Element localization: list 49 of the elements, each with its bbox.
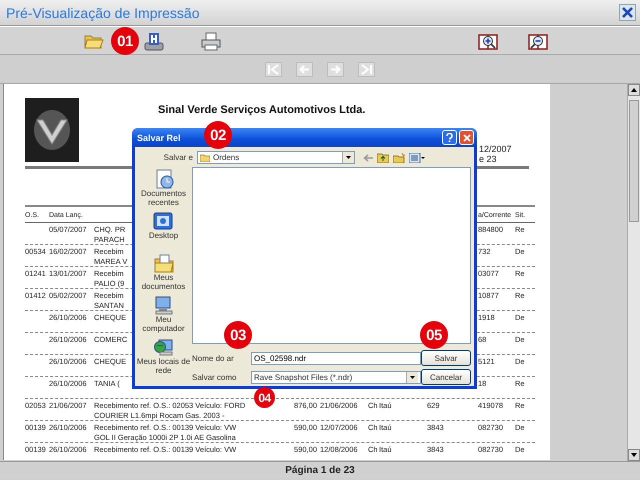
- file-list[interactable]: [192, 167, 471, 344]
- down-arrow-icon: [631, 453, 637, 457]
- computer-icon: [154, 295, 174, 315]
- places-item[interactable]: Meu computador: [135, 295, 192, 335]
- previous-icon: [298, 62, 311, 76]
- header-text: e 23: [479, 154, 498, 164]
- close-button[interactable]: [619, 4, 636, 21]
- places-item[interactable]: Documentos recentes: [135, 169, 192, 209]
- help-button[interactable]: [442, 130, 457, 145]
- view-menu-icon[interactable]: [409, 152, 425, 162]
- company-name: Sinal Verde Serviços Automotivos Ltda.: [158, 104, 366, 116]
- field-label: Nome do ar: [192, 354, 235, 362]
- header-text: 12/2007: [479, 144, 513, 154]
- print-button[interactable]: [199, 30, 223, 52]
- window-title: Pré-Visualização de Impressão: [6, 4, 200, 20]
- dropdown-arrow-icon: [410, 376, 415, 378]
- scroll-down-button[interactable]: [628, 449, 640, 461]
- close-icon: [622, 7, 633, 18]
- up-folder-icon[interactable]: [377, 152, 389, 162]
- printer-icon: [200, 30, 222, 50]
- scroll-bar[interactable]: [627, 84, 640, 461]
- cancel-button[interactable]: Cancelar: [421, 369, 471, 385]
- file-type-dropdown[interactable]: Rave Snapshot Files (*.ndr): [251, 370, 421, 384]
- recent-documents-icon: [154, 169, 174, 189]
- field-label: Salvar como: [192, 372, 238, 382]
- new-folder-icon[interactable]: [393, 152, 405, 162]
- network-globe-icon: [154, 337, 174, 357]
- scroll-up-button[interactable]: [628, 84, 640, 96]
- places-item[interactable]: Meus locais de rede: [135, 337, 192, 377]
- field-label: Salvar e: [162, 153, 194, 162]
- filename-field[interactable]: OS_02598.ndr: [251, 352, 421, 364]
- next-icon: [329, 62, 342, 76]
- dropdown-arrow-icon: [346, 156, 351, 159]
- company-logo: [25, 98, 79, 162]
- dialog-title: Salvar Rel: [137, 132, 181, 142]
- desktop-icon: [153, 211, 174, 231]
- scroll-thumb[interactable]: [629, 100, 639, 222]
- close-icon: [462, 134, 470, 142]
- help-icon: [446, 133, 453, 142]
- places-item[interactable]: Meus documentos: [135, 253, 192, 293]
- last-page-icon: [360, 62, 373, 76]
- first-page-icon: [267, 62, 280, 76]
- places-item[interactable]: Desktop: [148, 211, 178, 251]
- up-arrow-icon: [631, 88, 637, 92]
- save-button[interactable]: Salvar: [421, 350, 471, 366]
- folder-dropdown[interactable]: Ordens: [197, 151, 355, 164]
- documents-folder-icon: [154, 253, 174, 273]
- folder-icon: [200, 154, 210, 162]
- back-arrow-icon[interactable]: [363, 154, 373, 162]
